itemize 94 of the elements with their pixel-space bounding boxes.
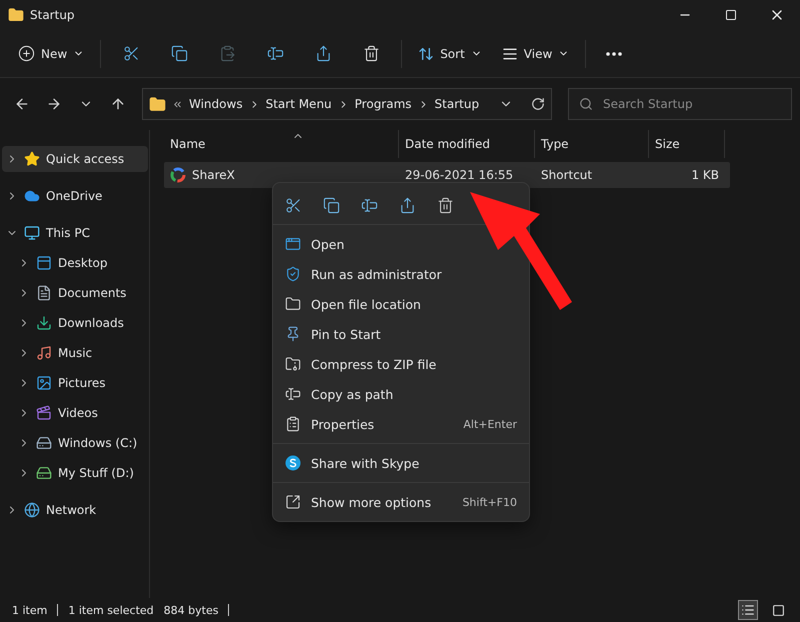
breadcrumb[interactable]: Programs — [354, 97, 412, 111]
shortcut-label: Shift+F10 — [462, 496, 517, 508]
path-icon — [285, 386, 301, 402]
search-field[interactable]: Search Startup — [601, 96, 781, 112]
file-row[interactable]: ShareX 29-06-2021 16:55 Shortcut 1 KB — [164, 162, 730, 188]
sidebar-item[interactable]: Desktop — [2, 250, 148, 276]
file-size: 1 KB — [691, 168, 719, 182]
cloud-icon — [24, 188, 40, 204]
date-modified: 29-06-2021 16:55 — [405, 168, 514, 182]
selection-info: 1 item selected — [68, 604, 154, 616]
item-count: 1 item — [12, 604, 48, 616]
breadcrumb[interactable]: Windows — [189, 97, 243, 111]
file-name: ShareX — [192, 168, 235, 182]
column-header[interactable]: Name — [164, 130, 399, 158]
breadcrumb[interactable]: Startup — [434, 97, 480, 111]
document-icon — [36, 285, 52, 301]
star-icon — [24, 151, 40, 167]
menu-item[interactable]: Pin to Start — [311, 326, 381, 342]
menu-item[interactable]: Run as administrator — [311, 266, 442, 282]
folder-icon — [285, 296, 301, 312]
sidebar-item[interactable]: My Stuff (D:) — [2, 460, 148, 486]
drive-icon — [36, 435, 52, 451]
trash-icon — [436, 197, 454, 214]
maximize-icon — [725, 9, 737, 21]
tile-icon — [772, 604, 784, 616]
lines-icon — [502, 46, 518, 62]
ellipsis-icon — [606, 52, 622, 56]
column-header[interactable]: Type — [535, 130, 649, 158]
column-header[interactable]: Size — [649, 130, 725, 158]
rename-icon — [360, 197, 378, 214]
forward-icon — [46, 96, 62, 112]
address-bar[interactable]: Windows Start Menu Programs Startup — [142, 88, 552, 120]
external-icon — [285, 494, 301, 510]
folder-icon — [8, 7, 24, 23]
back-icon — [14, 96, 30, 112]
sidebar-item[interactable]: Windows (C:) — [2, 430, 148, 456]
selection-size: 884 bytes — [164, 604, 218, 616]
clipboard-icon — [218, 45, 236, 62]
view-button[interactable]: View — [494, 36, 578, 70]
share-icon — [398, 197, 416, 214]
trash-icon — [362, 45, 380, 62]
sidebar-item[interactable]: OneDrive — [2, 183, 148, 209]
overflow-icon — [172, 98, 183, 110]
menu-item[interactable]: Open — [311, 236, 344, 252]
monitor-icon — [24, 225, 40, 241]
copy-icon — [170, 45, 188, 62]
shortcut-label: Alt+Enter — [463, 418, 517, 430]
sidebar-item[interactable]: Downloads — [2, 310, 148, 336]
plus-icon — [18, 45, 35, 62]
sidebar-item[interactable]: Documents — [2, 280, 148, 306]
menu-item[interactable]: Share with Skype — [311, 456, 420, 470]
menu-item[interactable]: Properties — [311, 416, 374, 432]
sort-icon — [418, 46, 434, 62]
window-title: Startup — [30, 8, 76, 22]
zip-folder-icon — [285, 356, 301, 372]
column-header[interactable]: Date modified — [399, 130, 535, 158]
sidebar-item[interactable]: Music — [2, 340, 148, 366]
refresh-icon[interactable] — [531, 97, 545, 111]
menu-item[interactable]: Show more options — [311, 494, 432, 510]
music-icon — [36, 345, 52, 361]
sidebar-item[interactable]: Network — [2, 497, 148, 523]
breadcrumb[interactable]: Start Menu — [266, 97, 332, 111]
app-icon — [170, 167, 186, 183]
sort-button[interactable]: Sort — [410, 36, 490, 70]
sidebar-item[interactable]: This PC — [2, 220, 148, 246]
properties-icon — [285, 416, 301, 432]
scissors-icon — [122, 45, 140, 62]
file-type: Shortcut — [541, 168, 592, 182]
video-icon — [36, 405, 52, 421]
skype-icon — [285, 455, 301, 471]
pin-icon — [285, 326, 301, 342]
list-icon — [741, 603, 755, 617]
shield-icon — [285, 266, 301, 282]
sidebar-item[interactable]: Pictures — [2, 370, 148, 396]
search-icon — [579, 97, 593, 111]
window-icon — [285, 236, 301, 252]
copy-icon — [322, 197, 340, 214]
scissors-icon — [284, 197, 302, 214]
network-icon — [24, 502, 40, 518]
search-bar[interactable]: Search Startup — [568, 88, 792, 120]
sidebar-item[interactable]: Quick access — [2, 146, 148, 172]
picture-icon — [36, 375, 52, 391]
sidebar-item[interactable]: Videos — [2, 400, 148, 426]
share-icon — [314, 45, 332, 62]
details-view-button[interactable] — [738, 600, 758, 620]
menu-item[interactable]: Copy as path — [311, 386, 394, 402]
rename-icon — [266, 45, 284, 62]
new-button[interactable]: New — [10, 36, 92, 70]
folder-icon — [149, 96, 166, 112]
drive-icon — [36, 465, 52, 481]
download-icon — [36, 315, 52, 331]
menu-item[interactable]: Open file location — [311, 296, 421, 312]
menu-item[interactable]: Compress to ZIP file — [311, 356, 436, 372]
desktop-icon — [36, 255, 52, 271]
